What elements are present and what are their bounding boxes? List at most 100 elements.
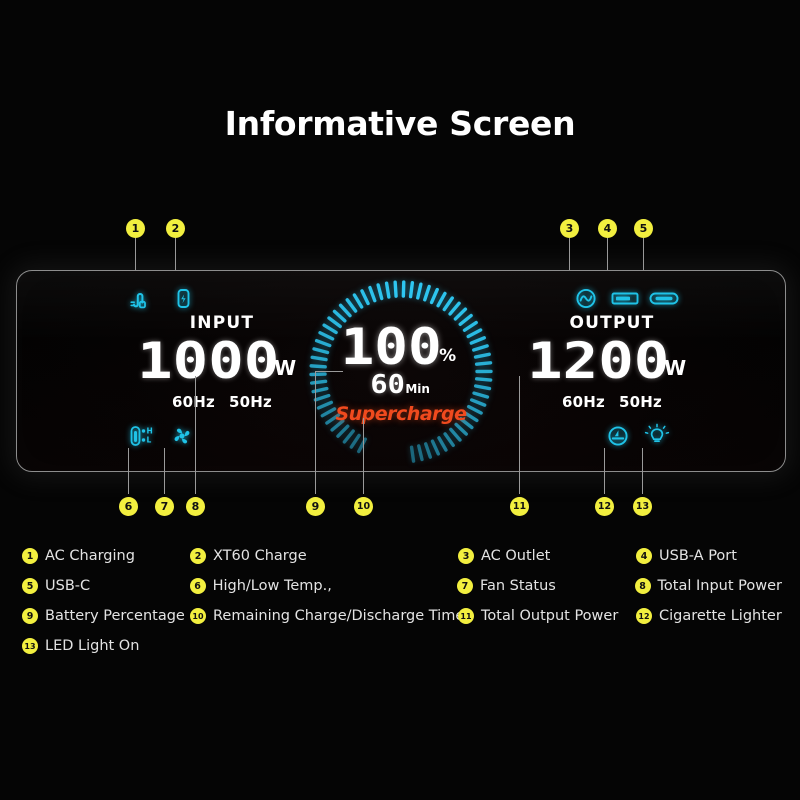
output-frequency-row: 60Hz 50Hz bbox=[517, 393, 707, 411]
legend-label: Remaining Charge/Discharge Time bbox=[213, 608, 465, 624]
page-root: Informative Screen 1 2 3 4 5 H L INPUT 1… bbox=[0, 0, 800, 800]
output-label: OUTPUT bbox=[569, 313, 655, 333]
device-display-panel: H L INPUT 1000 W 60Hz 50Hz 100 % 60 Min … bbox=[16, 270, 786, 472]
legend: 1 AC Charging 2 XT60 Charge 3 AC Outlet … bbox=[22, 548, 782, 668]
legend-label: USB-A Port bbox=[659, 548, 737, 564]
callout-badge-10: 10 bbox=[354, 497, 373, 516]
legend-item-remaining-time: 10 Remaining Charge/Discharge Time bbox=[190, 608, 464, 624]
legend-badge: 12 bbox=[636, 608, 652, 624]
legend-badge: 2 bbox=[190, 548, 206, 564]
output-power-value: 1200 bbox=[526, 331, 670, 390]
output-freq-50: 50Hz bbox=[619, 393, 662, 411]
legend-badge: 7 bbox=[456, 578, 473, 594]
legend-item-total-output-power: 11 Total Output Power bbox=[458, 608, 636, 624]
ac-charging-icon bbox=[127, 285, 153, 316]
legend-item-led-light-on: 13 LED Light On bbox=[22, 638, 190, 654]
input-section: INPUT 1000 W 60Hz 50Hz bbox=[132, 313, 312, 411]
legend-badge: 8 bbox=[634, 578, 651, 594]
battery-percentage-row: 100 % bbox=[340, 322, 456, 372]
legend-label: Total Input Power bbox=[657, 578, 782, 594]
callout-line-8 bbox=[195, 376, 196, 494]
legend-label: Cigarette Lighter bbox=[659, 608, 782, 624]
usb-c-port-icon bbox=[647, 285, 681, 316]
ac-outlet-icon bbox=[573, 285, 599, 316]
legend-label: AC Charging bbox=[45, 548, 135, 564]
callout-badge-12: 12 bbox=[595, 497, 614, 516]
legend-label: High/Low Temp., bbox=[212, 578, 332, 594]
page-title: Informative Screen bbox=[224, 104, 576, 143]
legend-item-cigarette-lighter: 12 Cigarette Lighter bbox=[636, 608, 782, 624]
legend-badge: 9 bbox=[22, 608, 38, 624]
input-power-value: 1000 bbox=[136, 331, 280, 390]
legend-badge: 6 bbox=[189, 578, 206, 594]
legend-item-total-input-power: 8 Total Input Power bbox=[634, 578, 782, 594]
legend-item-high-low-temp: 6 High/Low Temp., bbox=[189, 578, 457, 594]
legend-item-xt60-charge: 2 XT60 Charge bbox=[190, 548, 458, 564]
callout-line-7 bbox=[164, 448, 165, 494]
legend-badge: 11 bbox=[458, 608, 474, 624]
callout-line-10 bbox=[363, 418, 364, 494]
gauge-readout: 100 % 60 Min Supercharge bbox=[308, 279, 494, 465]
legend-row: 9 Battery Percentage 10 Remaining Charge… bbox=[22, 608, 782, 624]
input-value-row: 1000 W bbox=[132, 331, 312, 390]
legend-item-usb-a-port: 4 USB-A Port bbox=[636, 548, 737, 564]
callout-badge-5: 5 bbox=[634, 219, 653, 238]
callout-line-1 bbox=[135, 238, 136, 274]
xt60-charge-icon bbox=[170, 285, 196, 316]
legend-item-fan-status: 7 Fan Status bbox=[456, 578, 635, 594]
legend-label: Fan Status bbox=[479, 578, 556, 594]
legend-item-ac-charging: 1 AC Charging bbox=[22, 548, 190, 564]
callout-line-12 bbox=[604, 448, 605, 494]
input-frequency-row: 60Hz 50Hz bbox=[132, 393, 312, 411]
callout-line-6 bbox=[128, 448, 129, 494]
fan-icon bbox=[169, 423, 195, 454]
legend-badge: 10 bbox=[190, 608, 206, 624]
callout-line-2 bbox=[175, 238, 176, 274]
remaining-time-unit: Min bbox=[405, 382, 430, 396]
usb-a-port-icon bbox=[609, 285, 641, 316]
legend-badge: 3 bbox=[458, 548, 474, 564]
legend-row: 13 LED Light On bbox=[22, 638, 782, 654]
legend-label: AC Outlet bbox=[481, 548, 551, 564]
legend-item-usb-c: 5 USB-C bbox=[22, 578, 190, 594]
legend-badge: 4 bbox=[636, 548, 652, 564]
output-section: OUTPUT 1200 W 60Hz 50Hz bbox=[517, 313, 707, 411]
cigarette-lighter-icon bbox=[605, 423, 631, 454]
callout-badge-7: 7 bbox=[155, 497, 174, 516]
output-value-row: 1200 W bbox=[517, 331, 707, 390]
legend-label: LED Light On bbox=[45, 638, 140, 654]
callout-badge-2: 2 bbox=[166, 219, 185, 238]
led-light-icon bbox=[643, 423, 671, 454]
legend-label: XT60 Charge bbox=[213, 548, 307, 564]
callout-badge-8: 8 bbox=[186, 497, 205, 516]
input-freq-50: 50Hz bbox=[229, 393, 272, 411]
battery-gauge: 100 % 60 Min Supercharge bbox=[308, 279, 494, 465]
legend-badge: 5 bbox=[22, 578, 38, 594]
callout-badge-4: 4 bbox=[598, 219, 617, 238]
temperature-icon: H L bbox=[127, 423, 161, 454]
output-freq-60: 60Hz bbox=[562, 393, 605, 411]
input-label: INPUT bbox=[189, 313, 255, 333]
legend-row: 1 AC Charging 2 XT60 Charge 3 AC Outlet … bbox=[22, 548, 782, 564]
svg-text:H: H bbox=[147, 427, 153, 436]
callout-line-11 bbox=[519, 376, 520, 494]
callout-badge-1: 1 bbox=[126, 219, 145, 238]
callout-badge-3: 3 bbox=[560, 219, 579, 238]
input-freq-60: 60Hz bbox=[172, 393, 215, 411]
legend-badge: 1 bbox=[22, 548, 38, 564]
callout-line-9-horizontal bbox=[315, 371, 343, 372]
legend-item-ac-outlet: 3 AC Outlet bbox=[458, 548, 636, 564]
callout-line-9 bbox=[315, 371, 316, 494]
callout-badge-9: 9 bbox=[306, 497, 325, 516]
supercharge-status: Supercharge bbox=[335, 403, 467, 425]
legend-label: USB-C bbox=[45, 578, 91, 594]
legend-label: Battery Percentage bbox=[45, 608, 185, 624]
callout-line-13 bbox=[642, 448, 643, 494]
battery-percentage-value: 100 bbox=[340, 318, 442, 376]
legend-row: 5 USB-C 6 High/Low Temp., 7 Fan Status 8… bbox=[22, 578, 782, 594]
svg-text:L: L bbox=[147, 436, 152, 445]
legend-item-battery-percentage: 9 Battery Percentage bbox=[22, 608, 190, 624]
callout-badge-11: 11 bbox=[510, 497, 529, 516]
callout-badge-13: 13 bbox=[633, 497, 652, 516]
remaining-time-value: 60 bbox=[370, 370, 405, 400]
